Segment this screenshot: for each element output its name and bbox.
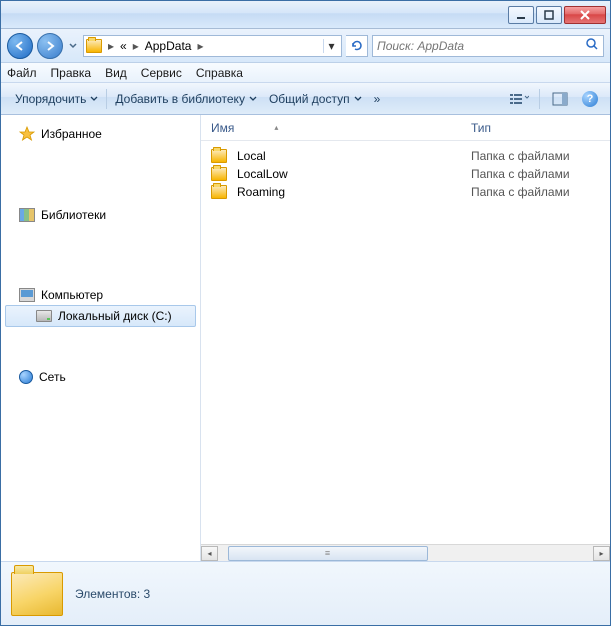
- refresh-button[interactable]: [346, 35, 368, 57]
- chevron-down-icon: [354, 96, 362, 102]
- organize-label: Упорядочить: [15, 92, 86, 106]
- column-name-label: Имя: [211, 121, 234, 135]
- sidebar-local-disk-label: Локальный диск (C:): [58, 309, 172, 323]
- sidebar-local-disk[interactable]: Локальный диск (C:): [5, 305, 196, 327]
- search-input[interactable]: [377, 39, 585, 53]
- folder-icon: [211, 167, 227, 181]
- preview-pane-button[interactable]: [548, 88, 572, 110]
- minimize-icon: [516, 10, 526, 20]
- separator: [106, 89, 107, 109]
- minimize-button[interactable]: [508, 6, 534, 24]
- explorer-window: ▸ « ▸ AppData ▸ ▾ Файл Правка Вид Сервис…: [0, 0, 611, 626]
- menu-help[interactable]: Справка: [196, 66, 243, 80]
- content-pane: Имя ▴ Тип Local Папка с файлами LocalLow Па…: [201, 115, 610, 561]
- network-icon: [19, 370, 33, 384]
- file-type-label: Папка с файлами: [471, 167, 570, 181]
- file-row[interactable]: Local Папка с файлами: [201, 147, 610, 165]
- preview-pane-icon: [552, 92, 568, 106]
- sort-indicator-icon: ▴: [274, 123, 278, 132]
- share-button[interactable]: Общий доступ: [263, 92, 368, 106]
- maximize-button[interactable]: [536, 6, 562, 24]
- search-icon[interactable]: [585, 37, 599, 54]
- folder-icon: [86, 39, 102, 53]
- navigation-pane: Избранное Библиотеки Компьютер Локальный…: [1, 115, 201, 561]
- favorites-icon: [19, 126, 35, 142]
- sidebar-network-label: Сеть: [39, 370, 66, 384]
- column-type[interactable]: Тип: [471, 121, 491, 135]
- share-label: Общий доступ: [269, 92, 350, 106]
- forward-button[interactable]: [37, 33, 63, 59]
- title-bar: [1, 1, 610, 29]
- address-dropdown[interactable]: ▾: [323, 39, 339, 53]
- maximize-icon: [544, 10, 554, 20]
- libraries-icon: [19, 208, 35, 222]
- sidebar-network[interactable]: Сеть: [1, 367, 200, 387]
- menu-tools[interactable]: Сервис: [141, 66, 182, 80]
- folder-large-icon: [11, 572, 63, 616]
- breadcrumb-prefix[interactable]: «: [116, 39, 131, 53]
- status-item-count: Элементов: 3: [75, 587, 150, 601]
- file-type-label: Папка с файлами: [471, 149, 570, 163]
- address-bar[interactable]: ▸ « ▸ AppData ▸ ▾: [83, 35, 342, 57]
- command-bar: Упорядочить Добавить в библиотеку Общий …: [1, 83, 610, 115]
- file-row[interactable]: Roaming Папка с файлами: [201, 183, 610, 201]
- breadcrumb-arrow-icon: ▸: [106, 39, 116, 53]
- chevron-down-icon: [69, 43, 77, 49]
- column-headers: Имя ▴ Тип: [201, 115, 610, 141]
- scroll-thumb[interactable]: ≡: [228, 546, 428, 561]
- arrow-left-icon: [14, 40, 26, 52]
- scroll-track[interactable]: ≡: [218, 546, 593, 561]
- file-type-label: Папка с файлами: [471, 185, 570, 199]
- search-box[interactable]: [372, 35, 604, 57]
- add-to-library-label: Добавить в библиотеку: [115, 92, 245, 106]
- view-icon: [509, 92, 529, 106]
- breadcrumb-arrow-icon: ▸: [195, 39, 205, 53]
- sidebar-libraries[interactable]: Библиотеки: [1, 205, 200, 225]
- arrow-right-icon: [44, 40, 56, 52]
- file-name-label: Roaming: [237, 185, 285, 199]
- column-type-label: Тип: [471, 121, 491, 135]
- sidebar-computer-label: Компьютер: [41, 288, 103, 302]
- view-options-button[interactable]: [507, 88, 531, 110]
- breadcrumb-arrow-icon: ▸: [131, 39, 141, 53]
- organize-button[interactable]: Упорядочить: [9, 92, 104, 106]
- menu-edit[interactable]: Правка: [51, 66, 92, 80]
- folder-icon: [211, 149, 227, 163]
- sidebar-libraries-label: Библиотеки: [41, 208, 106, 222]
- help-icon: ?: [582, 91, 598, 107]
- sidebar-computer[interactable]: Компьютер: [1, 285, 200, 305]
- horizontal-scrollbar[interactable]: ◂ ≡ ▸: [201, 544, 610, 561]
- details-pane: Элементов: 3: [1, 561, 610, 625]
- sidebar-favorites[interactable]: Избранное: [1, 123, 200, 145]
- file-name-label: Local: [237, 149, 266, 163]
- back-button[interactable]: [7, 33, 33, 59]
- file-name-label: LocalLow: [237, 167, 288, 181]
- close-button[interactable]: [564, 6, 606, 24]
- scroll-right-button[interactable]: ▸: [593, 546, 610, 561]
- separator: [539, 89, 540, 109]
- folder-icon: [211, 185, 227, 199]
- overflow-label: »: [374, 92, 381, 106]
- breadcrumb-current[interactable]: AppData: [141, 39, 196, 53]
- drive-icon: [36, 310, 52, 322]
- close-icon: [579, 10, 591, 20]
- help-button[interactable]: ?: [578, 88, 602, 110]
- add-to-library-button[interactable]: Добавить в библиотеку: [109, 92, 263, 106]
- computer-icon: [19, 288, 35, 302]
- chevron-down-icon: [90, 96, 98, 102]
- history-dropdown[interactable]: [67, 36, 79, 56]
- refresh-icon: [350, 39, 364, 53]
- menu-file[interactable]: Файл: [7, 66, 37, 80]
- file-list: Local Папка с файлами LocalLow Папка с файл…: [201, 141, 610, 544]
- navigation-bar: ▸ « ▸ AppData ▸ ▾: [1, 29, 610, 63]
- scroll-left-button[interactable]: ◂: [201, 546, 218, 561]
- overflow-button[interactable]: »: [368, 92, 387, 106]
- menu-view[interactable]: Вид: [105, 66, 127, 80]
- menu-bar: Файл Правка Вид Сервис Справка: [1, 63, 610, 83]
- file-row[interactable]: LocalLow Папка с файлами: [201, 165, 610, 183]
- sidebar-favorites-label: Избранное: [41, 127, 102, 141]
- column-name[interactable]: Имя ▴: [211, 121, 471, 135]
- chevron-down-icon: [249, 96, 257, 102]
- body: Избранное Библиотеки Компьютер Локальный…: [1, 115, 610, 561]
